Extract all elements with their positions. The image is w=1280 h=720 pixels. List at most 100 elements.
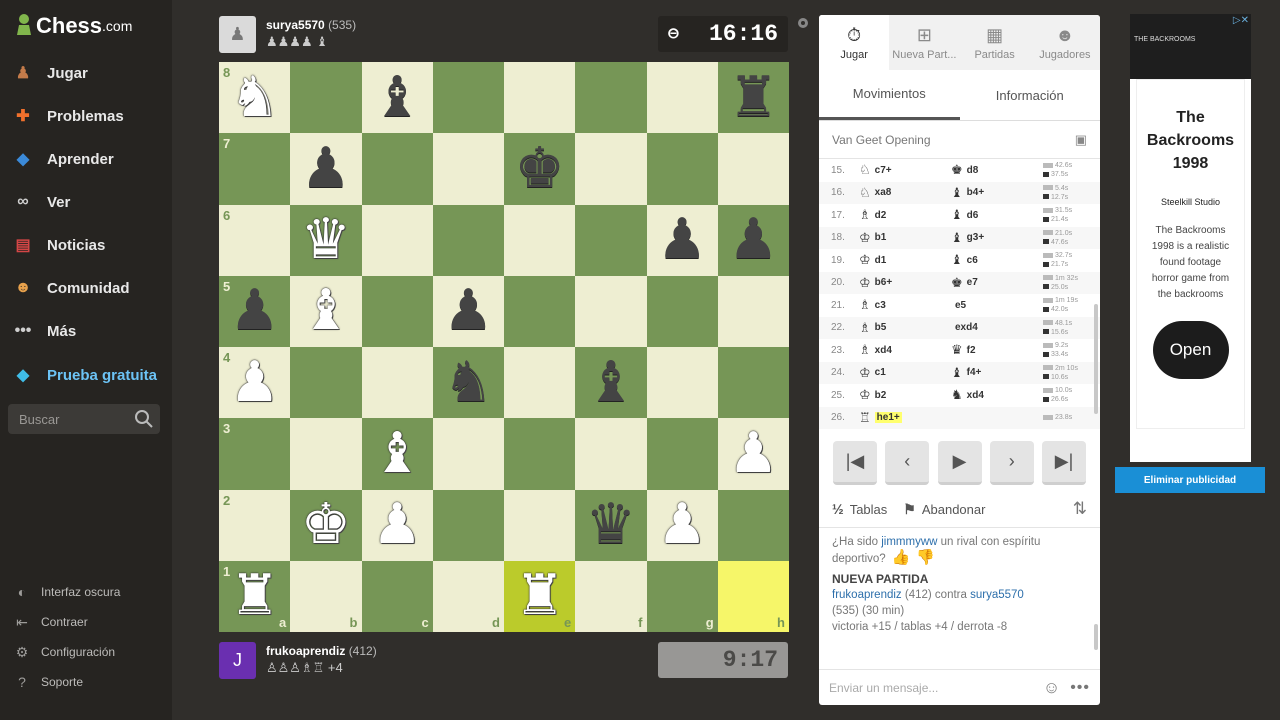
white-move[interactable]: ♔ b2 <box>859 387 951 403</box>
white-move[interactable]: ♔ b1 <box>859 230 951 246</box>
black-move[interactable]: ♝ b4+ <box>951 185 1043 201</box>
white-move[interactable]: ♔ d1 <box>859 252 951 268</box>
square-e7[interactable]: ♚ <box>504 133 576 205</box>
white-move[interactable]: ♗ xd4 <box>859 342 951 358</box>
square-g1[interactable]: g <box>646 560 718 632</box>
black-king-piece[interactable]: ♚ <box>515 140 565 197</box>
black-move[interactable]: exd4 <box>951 322 1043 333</box>
black-pawn-piece[interactable]: ♟ <box>657 212 707 268</box>
square-b8[interactable] <box>290 62 362 134</box>
black-bishop-piece[interactable]: ♝ <box>372 69 422 126</box>
square-g6[interactable]: ♟ <box>646 204 718 276</box>
black-pawn-piece[interactable]: ♟ <box>230 283 280 339</box>
avatar[interactable]: J <box>219 641 256 679</box>
sidebar-item-noticias[interactable]: ▤ Noticias <box>10 230 105 260</box>
white-move[interactable]: ♘ xa8 <box>859 185 951 201</box>
sidebar-item-comunidad[interactable]: ☻ Comunidad <box>10 273 130 303</box>
black-pawn-piece[interactable]: ♟ <box>728 212 778 268</box>
sidebar-bottom-dark-mode[interactable]: ◐ Interfaz oscura <box>12 581 121 603</box>
thumbs-down-icon[interactable]: 👎 <box>916 549 935 566</box>
square-g4[interactable] <box>646 347 718 419</box>
square-g7[interactable] <box>646 133 718 205</box>
square-d2[interactable] <box>432 489 504 561</box>
ad-open-button[interactable]: Open <box>1152 321 1229 379</box>
white-pawn-piece[interactable]: ♟ <box>657 497 707 553</box>
ad-banner[interactable]: THE BACKROOMS ▷✕ The Backrooms 1998 Stee… <box>1130 14 1251 462</box>
square-h8[interactable]: ♜ <box>717 62 789 134</box>
square-a5[interactable]: 5 ♟ <box>219 275 291 347</box>
search-input[interactable]: Buscar <box>8 404 160 434</box>
square-a1[interactable]: 1 a ♜ <box>219 560 291 632</box>
tab-info[interactable]: Información <box>960 70 1101 120</box>
white-move[interactable]: ♗ c3 <box>859 297 951 313</box>
sidebar-item-problemas[interactable]: ✚ Problemas <box>10 101 123 131</box>
tab-play[interactable]: ⏱ Jugar <box>819 15 890 70</box>
top-player-name[interactable]: surya5570 <box>266 18 325 32</box>
square-h1[interactable]: h <box>717 560 789 632</box>
square-d6[interactable] <box>432 204 504 276</box>
black-move[interactable]: ♞ xd4 <box>951 387 1043 403</box>
black-move[interactable]: ♝ f4+ <box>951 365 1043 381</box>
square-a2[interactable]: 2 <box>219 489 291 561</box>
square-f6[interactable] <box>575 204 647 276</box>
white-move[interactable]: ♔ c1 <box>859 365 951 381</box>
search-icon[interactable] <box>134 409 154 429</box>
square-f4[interactable]: ♝ <box>575 347 647 419</box>
chat-scrollbar[interactable] <box>1094 624 1098 650</box>
message-input[interactable]: Enviar un mensaje... ☺ ••• <box>819 669 1100 705</box>
next-move-button[interactable]: › <box>989 441 1034 485</box>
white-king-piece[interactable]: ♚ <box>301 497 351 553</box>
square-b2[interactable]: ♚ <box>290 489 362 561</box>
square-e4[interactable] <box>504 347 576 419</box>
square-f8[interactable] <box>575 62 647 134</box>
white-rook-piece[interactable]: ♜ <box>515 568 565 624</box>
resign-button[interactable]: ⚑ Abandonar <box>903 501 985 518</box>
black-move[interactable]: e5 <box>951 300 1043 311</box>
square-e5[interactable] <box>504 275 576 347</box>
rival-link[interactable]: jimmmyww <box>881 536 937 548</box>
square-g2[interactable]: ♟ <box>646 489 718 561</box>
white-pawn-piece[interactable]: ♟ <box>230 354 280 411</box>
square-g5[interactable] <box>646 275 718 347</box>
sidebar-item-prueba-gratuita[interactable]: ◆ Prueba gratuita <box>10 360 157 390</box>
square-c8[interactable]: ♝ <box>361 62 433 134</box>
black-move[interactable]: ♝ g3+ <box>951 230 1043 246</box>
square-d3[interactable] <box>432 418 504 490</box>
square-c4[interactable] <box>361 347 433 419</box>
square-c3[interactable]: ♝ <box>361 418 433 490</box>
square-b4[interactable] <box>290 347 362 419</box>
square-d7[interactable] <box>432 133 504 205</box>
chess-logo[interactable]: Chess .com <box>14 10 132 42</box>
chess-board[interactable]: 8 ♞ ♝ ♜ 7 ♟ ♚ 6 ♛ ♟ ♟ 5 ♟ ♝ ♟ 4 ♟ ♞ ♝ 3 ♝ ♟ 2 ♚ ♟ ♛ ♟ 1 a ♜ b c d e ♜ f g h <box>219 62 789 632</box>
white-move[interactable]: ♖ he1+ <box>859 410 951 426</box>
sidebar-item-jugar[interactable]: ♟ Jugar <box>10 58 88 88</box>
thumbs-up-icon[interactable]: 👍 <box>892 549 911 566</box>
sidebar-item-aprender[interactable]: ◆ Aprender <box>10 144 114 174</box>
square-g8[interactable] <box>646 62 718 134</box>
white-pawn-piece[interactable]: ♟ <box>728 425 778 482</box>
square-f3[interactable] <box>575 418 647 490</box>
ad-image[interactable]: THE BACKROOMS ▷✕ <box>1130 14 1251 79</box>
emoji-icon[interactable]: ☺ <box>1043 678 1060 698</box>
square-c5[interactable] <box>361 275 433 347</box>
tab-new-game[interactable]: ⊞ Nueva Part... <box>889 15 959 70</box>
bottom-player-name[interactable]: frukoaprendiz <box>266 644 345 658</box>
white-bishop-piece[interactable]: ♝ <box>372 425 422 482</box>
white-move[interactable]: ♗ b5 <box>859 320 951 336</box>
square-g3[interactable] <box>646 418 718 490</box>
sidebar-bottom-settings[interactable]: ⚙ Configuración <box>12 641 115 663</box>
square-e6[interactable] <box>504 204 576 276</box>
book-icon[interactable]: ▣ <box>1075 132 1087 148</box>
board-settings-gear-icon[interactable] <box>796 16 810 30</box>
sidebar-bottom-help[interactable]: ? Soporte <box>12 671 83 693</box>
sidebar-item-ver[interactable]: ∞ Ver <box>10 187 70 217</box>
opening-name[interactable]: Van Geet Opening <box>832 133 931 147</box>
square-e1[interactable]: e ♜ <box>504 560 576 632</box>
square-h5[interactable] <box>717 275 789 347</box>
square-e8[interactable] <box>504 62 576 134</box>
square-d5[interactable]: ♟ <box>432 275 504 347</box>
square-f5[interactable] <box>575 275 647 347</box>
draw-button[interactable]: ½ Tablas <box>832 501 887 517</box>
black-move[interactable]: ♝ c6 <box>951 252 1043 268</box>
black-knight-piece[interactable]: ♞ <box>443 354 493 411</box>
